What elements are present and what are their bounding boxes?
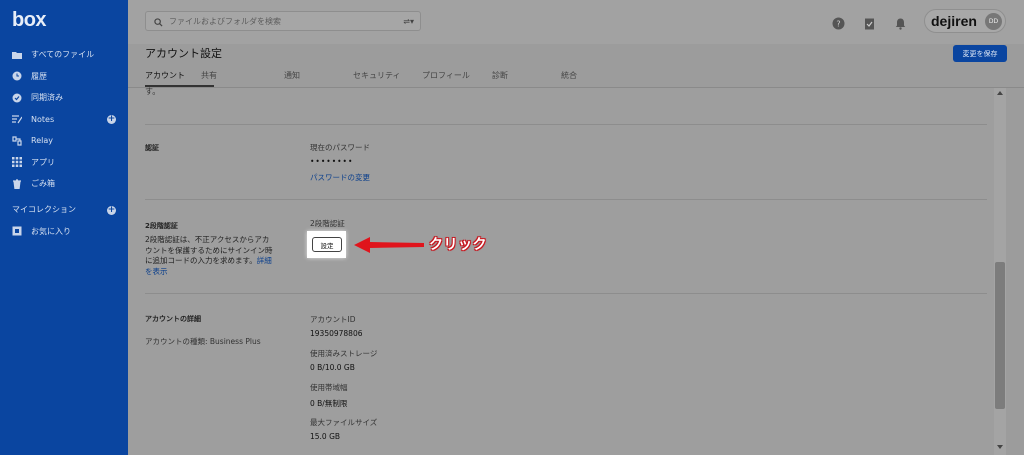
twofa-field-label: 2段階認証 (310, 219, 345, 228)
sidebar-item-label: 履歴 (31, 71, 47, 81)
current-password-label: 現在のパスワード (310, 143, 370, 152)
notes-icon (12, 114, 22, 124)
box-logo[interactable]: box (12, 9, 47, 32)
scrollbar-thumb[interactable] (995, 262, 1005, 409)
tab-security[interactable]: セキュリティ (353, 70, 401, 81)
favorites-icon (12, 226, 22, 236)
tasks-icon[interactable] (863, 15, 876, 30)
collections-label: マイコレクション (12, 205, 76, 214)
sidebar-item-notes[interactable]: Notes + (0, 109, 128, 131)
sidebar-nav: すべてのファイル 履歴 同期済み Notes + Relay アプリ ごみ箱 マ… (0, 44, 128, 242)
sidebar-collections-header[interactable]: マイコレクション + (0, 199, 128, 221)
sidebar-item-synced[interactable]: 同期済み (0, 87, 128, 109)
page-title: アカウント設定 (145, 47, 222, 60)
sidebar-item-trash[interactable]: ごみ箱 (0, 173, 128, 195)
user-name: dejiren (931, 13, 977, 29)
password-mask: •••••••• (310, 157, 354, 166)
twofa-section-label: 2段階認証 (145, 222, 178, 230)
tab-notifications[interactable]: 通知 (284, 70, 300, 81)
search-icon (154, 12, 163, 31)
top-bar: ⇌▾ ? dejiren DD (128, 0, 1024, 44)
sidebar-item-label: Notes (31, 114, 55, 124)
trash-icon (12, 179, 22, 189)
sidebar-item-label: ごみ箱 (31, 179, 55, 189)
folder-icon (12, 50, 22, 60)
sidebar: box すべてのファイル 履歴 同期済み Notes + Relay アプリ ご… (0, 0, 128, 455)
scroll-up-arrow-icon[interactable] (997, 91, 1003, 95)
search-box[interactable]: ⇌▾ (145, 11, 421, 31)
section-divider (145, 124, 987, 125)
add-collection-icon[interactable]: + (107, 205, 116, 215)
max-file-size-value: 15.0 GB (310, 432, 341, 441)
avatar: DD (985, 13, 1002, 30)
twofa-description-text: 2段階認証は、不正アクセスからアカウントを保護するためにサインイン時に追加コード… (145, 235, 273, 265)
section-divider (145, 199, 987, 200)
text-fragment: す。 (145, 87, 161, 96)
twofa-description: 2段階認証は、不正アクセスからアカウントを保護するためにサインイン時に追加コード… (145, 235, 273, 277)
notifications-bell-icon[interactable] (894, 15, 907, 30)
sidebar-item-apps[interactable]: アプリ (0, 152, 128, 174)
help-icon[interactable]: ? (832, 15, 845, 30)
sidebar-item-recents[interactable]: 履歴 (0, 66, 128, 88)
sidebar-item-label: 同期済み (31, 93, 63, 103)
change-password-link[interactable]: パスワードの変更 (310, 172, 370, 183)
clock-icon (12, 71, 22, 81)
relay-icon (12, 136, 22, 146)
user-menu[interactable]: dejiren DD (924, 9, 1006, 33)
account-id-label: アカウントID (310, 315, 356, 324)
tab-integrations[interactable]: 統合 (561, 70, 577, 81)
annotation-arrow-icon (354, 237, 424, 253)
bandwidth-label: 使用帯域幅 (310, 383, 348, 392)
grid-icon (12, 157, 22, 168)
account-id-value: 19350978806 (310, 329, 363, 338)
tab-diagnostics[interactable]: 診断 (492, 70, 508, 81)
add-note-icon[interactable]: + (107, 114, 116, 124)
scroll-down-arrow-icon[interactable] (997, 445, 1003, 449)
save-changes-button[interactable]: 変更を保存 (953, 45, 1007, 62)
tab-account[interactable]: アカウント (145, 70, 185, 81)
svg-text:?: ? (836, 20, 840, 29)
section-divider (145, 293, 987, 294)
filter-options-icon[interactable]: ⇌▾ (403, 17, 414, 26)
account-details-label: アカウントの詳細 (145, 315, 201, 323)
tab-profile[interactable]: プロフィール (422, 70, 470, 81)
storage-used-value: 0 B/10.0 GB (310, 363, 355, 372)
bandwidth-value: 0 B/無制限 (310, 399, 348, 408)
twofa-setup-button[interactable]: 設定 (312, 237, 342, 252)
auth-section-label: 認証 (145, 144, 159, 152)
sidebar-item-favorites[interactable]: お気に入り (0, 221, 128, 243)
max-file-size-label: 最大ファイルサイズ (310, 418, 378, 427)
sidebar-item-label: アプリ (31, 157, 55, 167)
account-type-text: アカウントの種類: Business Plus (145, 337, 261, 346)
search-input[interactable] (169, 16, 389, 26)
click-annotation: クリック (429, 237, 487, 253)
check-circle-icon (12, 93, 22, 103)
tab-sharing[interactable]: 共有 (201, 70, 217, 81)
sidebar-item-label: すべてのファイル (31, 50, 95, 60)
sidebar-item-label: Relay (31, 136, 53, 146)
sidebar-item-relay[interactable]: Relay (0, 130, 128, 152)
sidebar-item-label: お気に入り (31, 226, 71, 236)
storage-used-label: 使用済みストレージ (310, 349, 378, 358)
sidebar-item-all-files[interactable]: すべてのファイル (0, 44, 128, 66)
